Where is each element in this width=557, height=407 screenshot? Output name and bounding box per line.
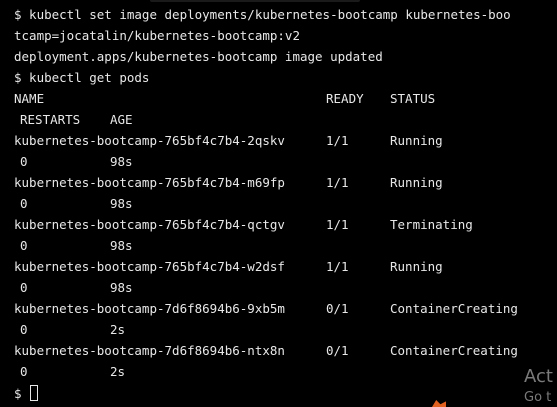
pod-ready: 1/1 — [326, 259, 349, 274]
pod-ready: 1/1 — [326, 175, 349, 190]
command-line-1-wrap: tcamp=jocatalin/kubernetes-bootcamp:v2 — [14, 28, 300, 43]
activation-watermark-subtitle: Go t — [524, 390, 552, 405]
header-restarts: RESTARTS — [20, 112, 81, 127]
table-row-wrap: 0 2s — [14, 321, 554, 339]
prompt-symbol: $ — [14, 386, 22, 401]
header-age: AGE — [110, 112, 133, 127]
header-status: STATUS — [390, 91, 436, 106]
table-row-wrap: 0 98s — [14, 195, 554, 213]
pod-status: ContainerCreating — [390, 343, 518, 358]
command-line-2: $ kubectl get pods — [14, 70, 150, 85]
input-prompt-line[interactable]: $ — [14, 385, 38, 403]
pod-name: kubernetes-bootcamp-765bf4c7b4-qctgv — [14, 217, 285, 232]
table-row-wrap: 0 98s — [14, 153, 554, 171]
pod-name: kubernetes-bootcamp-765bf4c7b4-w2dsf — [14, 259, 285, 274]
command-output: deployment.apps/kubernetes-bootcamp imag… — [14, 49, 383, 64]
terminal-window[interactable]: $ kubectl set image deployments/kubernet… — [0, 0, 557, 407]
pod-ready: 0/1 — [326, 343, 349, 358]
pod-ready: 1/1 — [326, 217, 349, 232]
activation-watermark-title: Act — [524, 366, 553, 387]
table-row: kubernetes-bootcamp-765bf4c7b4-qctgv 1/1… — [14, 216, 554, 234]
pod-name: kubernetes-bootcamp-7d6f8694b6-ntx8n — [14, 343, 285, 358]
top-edge — [0, 0, 557, 4]
pod-restarts: 0 — [20, 196, 28, 211]
table-row-wrap: 0 98s — [14, 279, 554, 297]
command-line-1: $ kubectl set image deployments/kubernet… — [14, 7, 511, 22]
table-header: NAME READY STATUS — [14, 90, 554, 108]
pod-restarts: 0 — [20, 280, 28, 295]
pod-status: Terminating — [390, 217, 473, 232]
pod-name: kubernetes-bootcamp-7d6f8694b6-9xb5m — [14, 301, 285, 316]
pod-restarts: 0 — [20, 154, 28, 169]
pod-age: 98s — [110, 238, 133, 253]
pod-ready: 0/1 — [326, 301, 349, 316]
header-ready: READY — [326, 91, 364, 106]
table-row-wrap: 0 2s — [14, 363, 514, 381]
table-row: kubernetes-bootcamp-765bf4c7b4-m69fp 1/1… — [14, 174, 554, 192]
pod-restarts: 0 — [20, 238, 28, 253]
pod-status: Running — [390, 259, 443, 274]
pod-status: ContainerCreating — [390, 301, 518, 316]
text-cursor — [29, 385, 38, 401]
pod-restarts: 0 — [20, 322, 28, 337]
pod-age: 2s — [110, 322, 126, 337]
table-row-wrap: 0 98s — [14, 237, 554, 255]
table-row: kubernetes-bootcamp-765bf4c7b4-2qskv 1/1… — [14, 132, 554, 150]
pod-status: Running — [390, 175, 443, 190]
table-row: kubernetes-bootcamp-7d6f8694b6-9xb5m 0/1… — [14, 300, 554, 318]
pod-name: kubernetes-bootcamp-765bf4c7b4-2qskv — [14, 133, 285, 148]
pod-age: 98s — [110, 196, 133, 211]
pod-age: 2s — [110, 364, 126, 379]
table-row: kubernetes-bootcamp-7d6f8694b6-ntx8n 0/1… — [14, 342, 554, 360]
pod-status: Running — [390, 133, 443, 148]
cut-off-previous-line — [150, 0, 360, 2]
table-row: kubernetes-bootcamp-765bf4c7b4-w2dsf 1/1… — [14, 258, 554, 276]
pod-restarts: 0 — [20, 364, 28, 379]
pod-name: kubernetes-bootcamp-765bf4c7b4-m69fp — [14, 175, 285, 190]
pod-age: 98s — [110, 154, 133, 169]
header-name: NAME — [14, 91, 45, 106]
table-header-wrap: RESTARTS AGE — [14, 111, 554, 129]
pod-ready: 1/1 — [326, 133, 349, 148]
partial-taskbar-icon — [432, 400, 446, 407]
pod-age: 98s — [110, 280, 133, 295]
